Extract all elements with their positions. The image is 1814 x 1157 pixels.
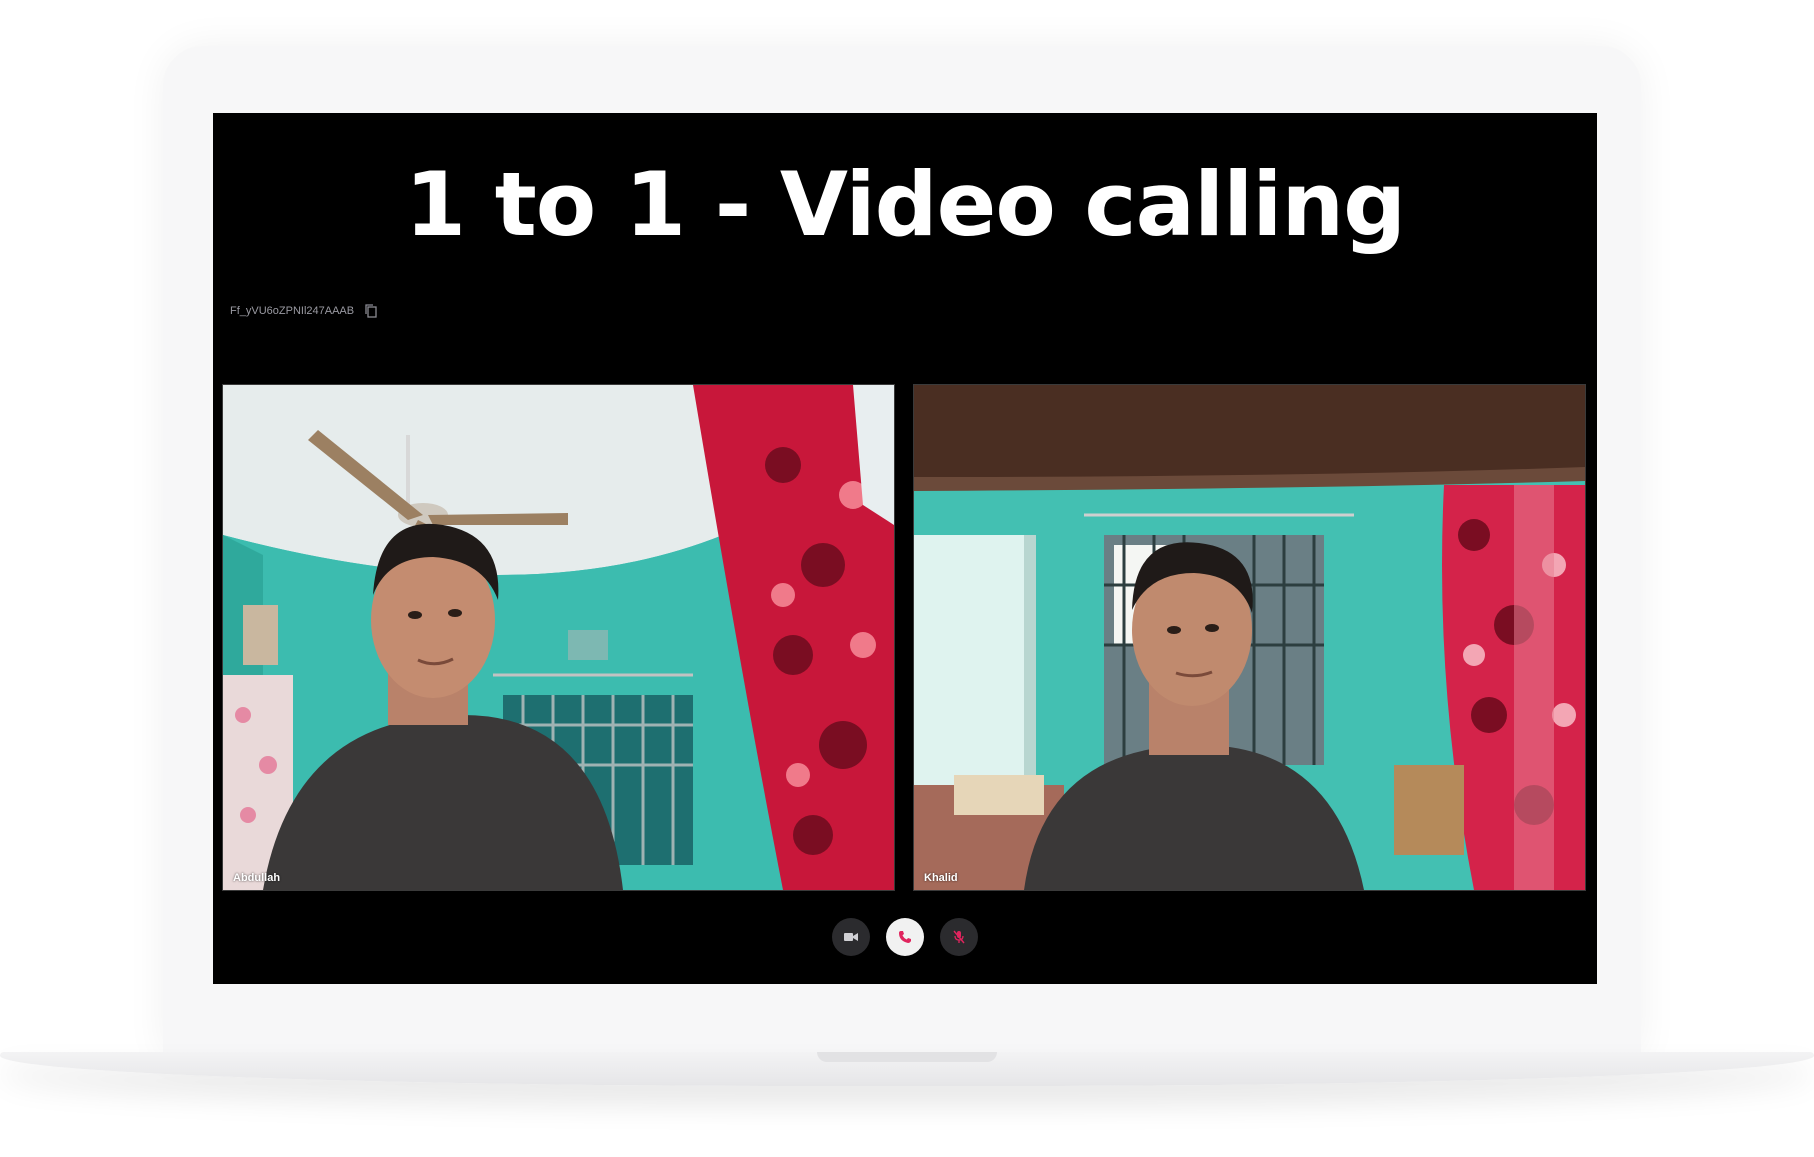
app-screen: 1 to 1 - Video calling Ff_yVU6oZPNIl247A…: [213, 113, 1597, 984]
video-tile-remote: Khalid: [913, 384, 1586, 891]
participant-name: Abdullah: [233, 872, 281, 884]
video-tile-local: Abdullah: [222, 384, 895, 891]
phone-icon: [898, 930, 912, 944]
call-controls: [213, 918, 1597, 956]
participant-name: Khalid: [924, 872, 958, 884]
copy-icon[interactable]: [364, 303, 378, 319]
mic-off-icon: [952, 930, 966, 944]
video-feed: [914, 385, 1585, 890]
laptop-notch: [817, 1052, 997, 1062]
end-call-button[interactable]: [886, 918, 924, 956]
video-camera-icon: [844, 932, 858, 942]
room-info: Ff_yVU6oZPNIl247AAAB: [230, 301, 378, 321]
page-title: 1 to 1 - Video calling: [404, 153, 1406, 256]
device-frame: 1 to 1 - Video calling Ff_yVU6oZPNIl247A…: [0, 0, 1814, 1157]
video-feed: [223, 385, 894, 890]
toggle-camera-button[interactable]: [832, 918, 870, 956]
toggle-mic-button[interactable]: [940, 918, 978, 956]
room-id: Ff_yVU6oZPNIl247AAAB: [230, 305, 355, 317]
